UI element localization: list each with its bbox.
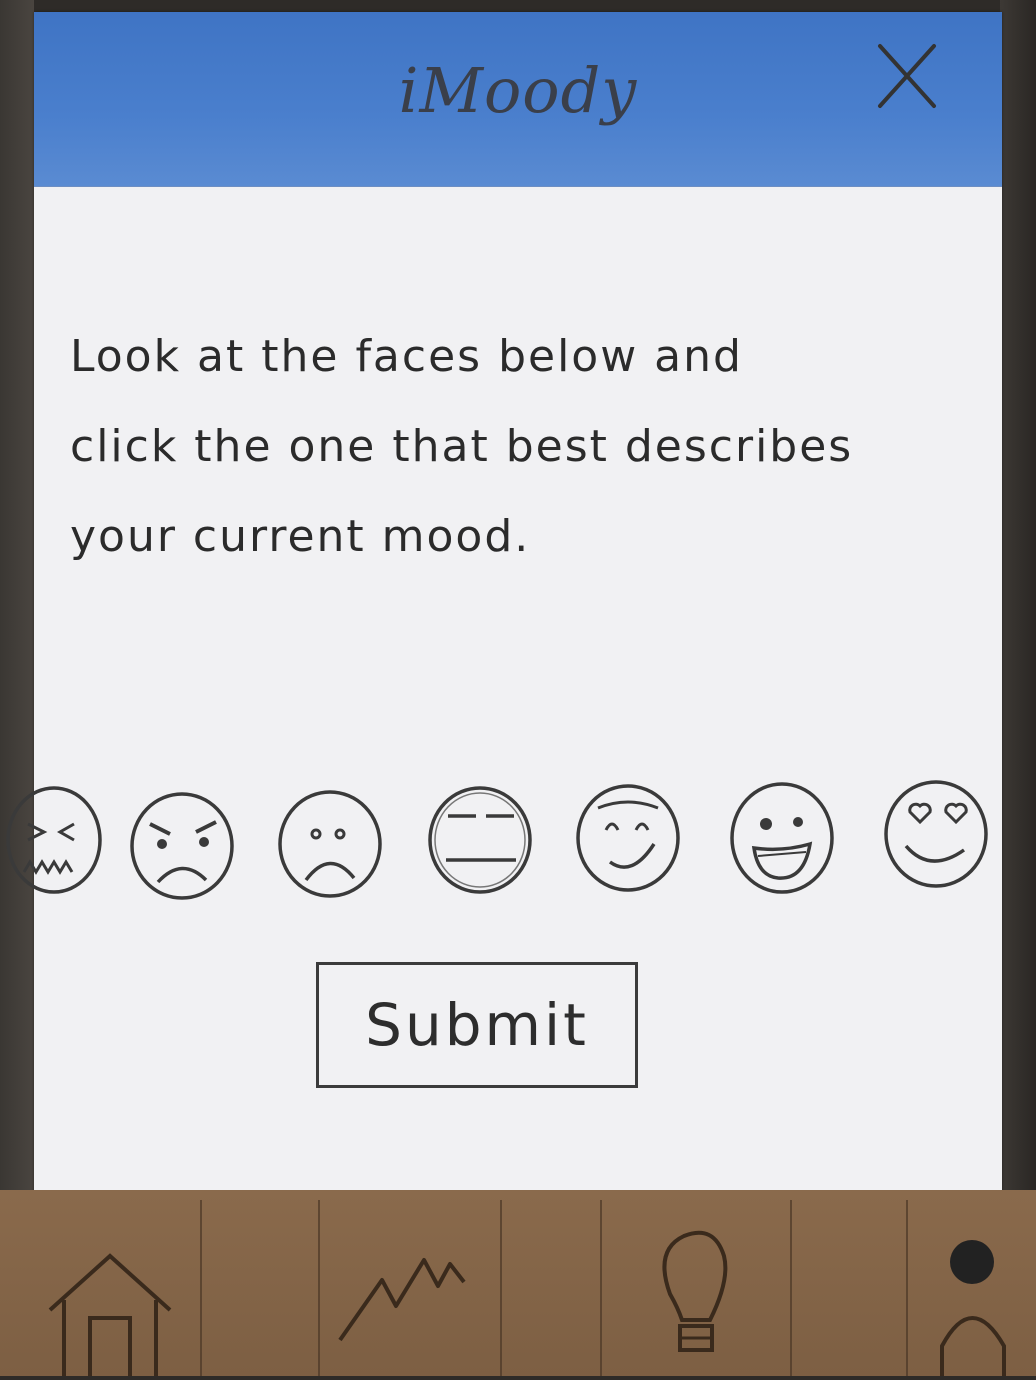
tab-divider — [600, 1200, 602, 1376]
tab-home[interactable] — [30, 1190, 190, 1376]
app-header: iMoody — [34, 12, 1002, 187]
content-face-icon — [576, 784, 680, 892]
happy-face-icon — [730, 782, 834, 894]
tab-divider — [790, 1200, 792, 1376]
love-face-icon — [884, 780, 988, 888]
bottom-tab-bar — [0, 1190, 1036, 1376]
home-icon — [48, 1253, 172, 1376]
mood-option-frustrated[interactable] — [2, 780, 114, 900]
mood-face-row — [0, 772, 1036, 912]
close-icon — [878, 44, 936, 108]
tab-profile[interactable] — [910, 1190, 1036, 1376]
tab-insights[interactable] — [610, 1190, 780, 1376]
sad-face-icon — [278, 790, 382, 898]
instructions-line: click the one that best describes — [70, 421, 854, 472]
app-title: iMoody — [398, 54, 638, 127]
mood-option-love[interactable] — [880, 776, 992, 896]
mood-option-sad[interactable] — [274, 786, 386, 906]
profile-icon — [940, 1240, 1006, 1376]
device-frame-right — [1000, 0, 1036, 1190]
instructions-text: Look at the faces below and click the on… — [70, 312, 970, 582]
tab-divider — [500, 1200, 502, 1376]
mood-option-happy[interactable] — [726, 780, 838, 900]
mood-option-content[interactable] — [572, 778, 684, 898]
trend-chart-icon — [338, 1258, 466, 1342]
submit-button[interactable]: Submit — [316, 962, 638, 1088]
device-frame-left — [0, 0, 34, 1190]
app-screen: iMoody Look at the faces below and click… — [6, 12, 1002, 1202]
mood-option-angry[interactable] — [126, 786, 238, 906]
neutral-face-icon — [428, 786, 532, 894]
instructions-line: Look at the faces below and — [70, 331, 743, 382]
angry-face-icon — [130, 792, 234, 900]
tab-divider — [906, 1200, 908, 1376]
mood-option-neutral[interactable] — [424, 780, 536, 900]
instructions-line: your current mood. — [70, 511, 531, 562]
close-button[interactable] — [872, 40, 942, 110]
frustrated-face-icon — [6, 786, 102, 894]
lightbulb-icon — [662, 1230, 728, 1352]
tab-trends[interactable] — [320, 1190, 500, 1376]
tab-divider — [200, 1200, 202, 1376]
